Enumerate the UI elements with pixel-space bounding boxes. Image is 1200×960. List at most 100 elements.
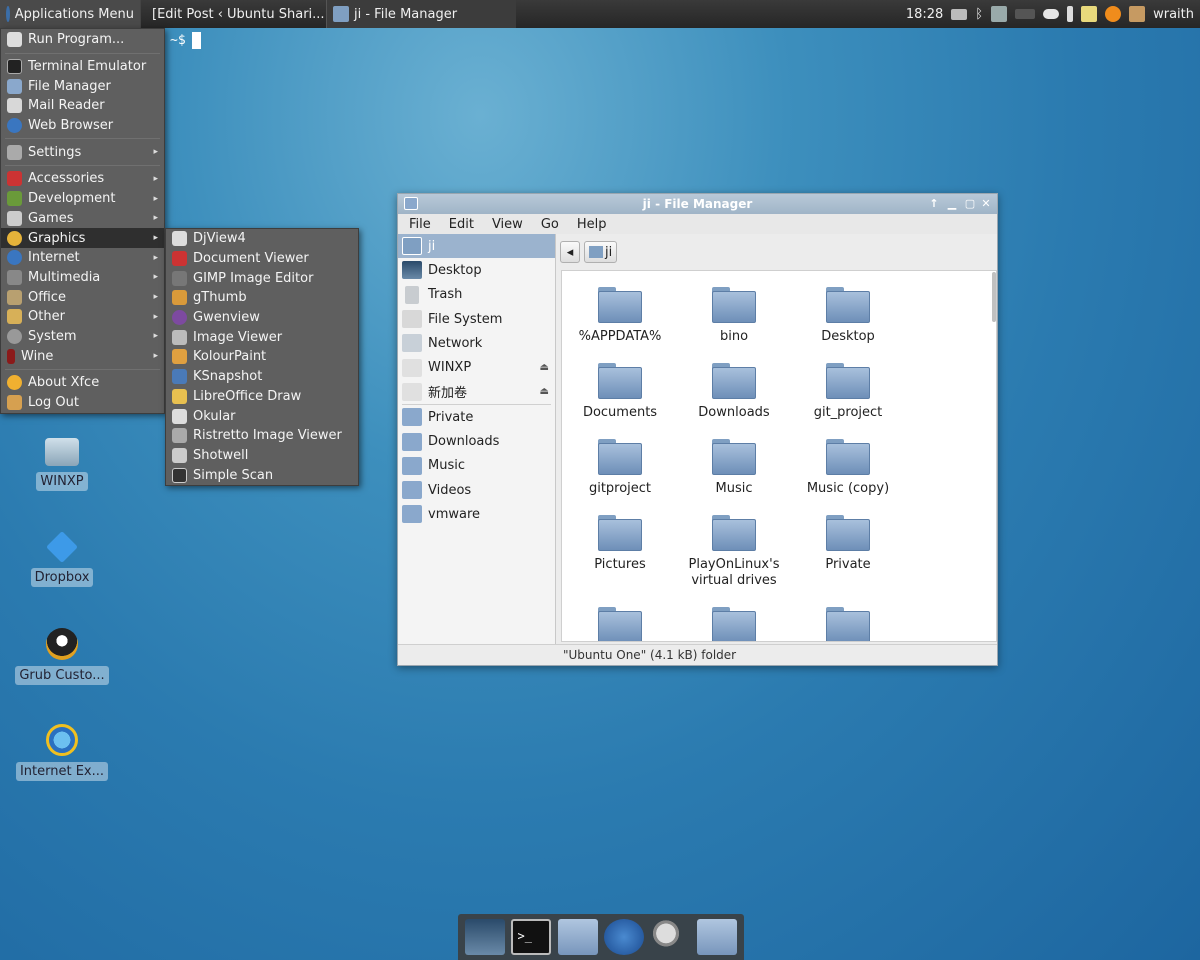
menu-item-file-manager[interactable]: File Manager: [1, 76, 164, 96]
submenu-item[interactable]: Document Viewer: [166, 249, 358, 269]
menu-item-other[interactable]: Other ▸: [1, 307, 164, 327]
file-item-downloads[interactable]: Downloads: [677, 361, 791, 421]
file-item-partial[interactable]: [791, 605, 905, 641]
folder-icon[interactable]: [696, 919, 737, 955]
notes-icon[interactable]: [1081, 6, 1098, 22]
sidebar-item-trash[interactable]: Trash: [398, 283, 555, 307]
sidebar-item-desktop[interactable]: Desktop: [398, 258, 555, 282]
submenu-item[interactable]: Ristretto Image Viewer: [166, 426, 358, 446]
submenu-item[interactable]: DjView4: [166, 229, 358, 249]
desktop-icon-grub[interactable]: Grub Custo...: [12, 628, 112, 685]
menu-item-wine[interactable]: Wine ▸: [1, 346, 164, 366]
web-browser-icon[interactable]: [604, 919, 645, 955]
submenu-item[interactable]: Simple Scan: [166, 465, 358, 485]
file-item-appdata[interactable]: %APPDATA%: [563, 285, 677, 345]
app-finder-icon[interactable]: [650, 919, 691, 955]
menu-go[interactable]: Go: [532, 217, 568, 232]
file-item-gitproject[interactable]: gitproject: [563, 437, 677, 497]
file-item-desktop[interactable]: Desktop: [791, 285, 905, 345]
menu-item-web-browser[interactable]: Web Browser: [1, 116, 164, 136]
brightness-icon[interactable]: [1105, 6, 1122, 22]
sidebar-item-file-system[interactable]: File System: [398, 307, 555, 331]
file-item-documents[interactable]: Documents: [563, 361, 677, 421]
file-item-playonlinux-s-virtual-drives[interactable]: PlayOnLinux's virtual drives: [677, 513, 791, 589]
user-name[interactable]: wraith: [1153, 7, 1194, 22]
close-icon[interactable]: ✕: [979, 197, 993, 211]
menu-item-mail-reader[interactable]: Mail Reader: [1, 96, 164, 116]
sidebar-item-music[interactable]: Music: [398, 454, 555, 478]
menu-item-accessories[interactable]: Accessories ▸: [1, 169, 164, 189]
battery-icon[interactable]: [1015, 9, 1036, 19]
menu-help[interactable]: Help: [568, 217, 616, 232]
menu-item-multimedia[interactable]: Multimedia ▸: [1, 268, 164, 288]
sidebar-item-winxp[interactable]: WINXP ⏏: [398, 355, 555, 379]
menu-edit[interactable]: Edit: [440, 217, 483, 232]
file-item-git-project[interactable]: git_project: [791, 361, 905, 421]
menu-label: Settings: [28, 144, 82, 160]
task-file-manager[interactable]: ji - File Manager: [326, 0, 516, 28]
task-browser[interactable]: [Edit Post ‹ Ubuntu Shari...: [140, 0, 326, 28]
terminal-icon[interactable]: >_: [511, 919, 552, 955]
minimize-icon[interactable]: ▁: [945, 197, 959, 211]
submenu-item[interactable]: KolourPaint: [166, 347, 358, 367]
keyboard-icon[interactable]: [951, 8, 968, 20]
window-titlebar[interactable]: ji - File Manager ↑ ▁ ▢ ✕: [398, 194, 997, 214]
desktop-icon-dropbox[interactable]: Dropbox: [12, 531, 112, 587]
menu-item-graphics[interactable]: Graphics ▸: [1, 228, 164, 248]
sidebar-item-videos[interactable]: Videos: [398, 478, 555, 502]
sidebar-item-private[interactable]: Private: [398, 405, 555, 429]
submenu-item[interactable]: Image Viewer: [166, 327, 358, 347]
menu-item-terminal[interactable]: Terminal Emulator: [1, 57, 164, 77]
thermometer-icon[interactable]: [1067, 6, 1074, 22]
user-icon[interactable]: [1129, 6, 1146, 22]
folder-icon: [598, 285, 642, 323]
submenu-item[interactable]: LibreOffice Draw: [166, 387, 358, 407]
scrollbar[interactable]: [992, 272, 996, 322]
applications-menu-button[interactable]: Applications Menu: [0, 0, 140, 28]
submenu-item[interactable]: gThumb: [166, 288, 358, 308]
eject-icon[interactable]: ⏏: [540, 362, 549, 373]
submenu-item[interactable]: Gwenview: [166, 308, 358, 328]
menu-item-games[interactable]: Games ▸: [1, 209, 164, 229]
dropbox-tray-icon[interactable]: [991, 6, 1008, 22]
menu-item-office[interactable]: Office ▸: [1, 287, 164, 307]
sidebar-item-network[interactable]: Network: [398, 331, 555, 355]
bluetooth-icon[interactable]: ᛒ: [975, 7, 983, 22]
file-item-partial[interactable]: [677, 605, 791, 641]
file-manager-icon[interactable]: [557, 919, 598, 955]
submenu-item[interactable]: Okular: [166, 406, 358, 426]
file-item-music[interactable]: Music: [677, 437, 791, 497]
menu-item-system[interactable]: System ▸: [1, 327, 164, 347]
sidebar-item-vmware[interactable]: vmware: [398, 502, 555, 526]
submenu-item[interactable]: GIMP Image Editor: [166, 268, 358, 288]
desktop-icon-internet-explorer[interactable]: Internet Ex...: [12, 724, 112, 781]
maximize-icon[interactable]: ▢: [963, 197, 977, 211]
sidebar-item-downloads[interactable]: Downloads: [398, 429, 555, 453]
file-item-partial[interactable]: [563, 605, 677, 641]
file-item-private[interactable]: Private: [791, 513, 905, 573]
show-desktop-icon[interactable]: [465, 919, 506, 955]
submenu-item[interactable]: KSnapshot: [166, 367, 358, 387]
menu-item-run-program[interactable]: Run Program...: [1, 30, 164, 50]
menu-file[interactable]: File: [400, 217, 440, 232]
file-item-music-copy[interactable]: Music (copy): [791, 437, 905, 497]
window-up-icon[interactable]: ↑: [927, 197, 941, 211]
file-item-bino[interactable]: bino: [677, 285, 791, 345]
eject-icon[interactable]: ⏏: [540, 386, 549, 397]
submenu-item[interactable]: Shotwell: [166, 446, 358, 466]
desktop-icon-winxp[interactable]: WINXP: [12, 438, 112, 491]
sidebar-item-volume[interactable]: 新加卷 ⏏: [398, 380, 555, 404]
terminal-prompt[interactable]: ~$: [170, 32, 201, 49]
menu-item-about-xfce[interactable]: About Xfce: [1, 373, 164, 393]
sidebar-item-home[interactable]: ji: [398, 234, 555, 259]
menu-item-settings[interactable]: Settings ▸: [1, 142, 164, 162]
path-button-home[interactable]: ji: [584, 241, 618, 263]
clock[interactable]: 18:28: [906, 7, 943, 22]
file-item-pictures[interactable]: Pictures: [563, 513, 677, 573]
menu-item-log-out[interactable]: Log Out: [1, 393, 164, 413]
menu-item-development[interactable]: Development ▸: [1, 189, 164, 209]
path-back-button[interactable]: ◂: [560, 241, 580, 263]
menu-item-internet[interactable]: Internet ▸: [1, 248, 164, 268]
menu-view[interactable]: View: [483, 217, 532, 232]
weather-icon[interactable]: [1043, 9, 1060, 19]
